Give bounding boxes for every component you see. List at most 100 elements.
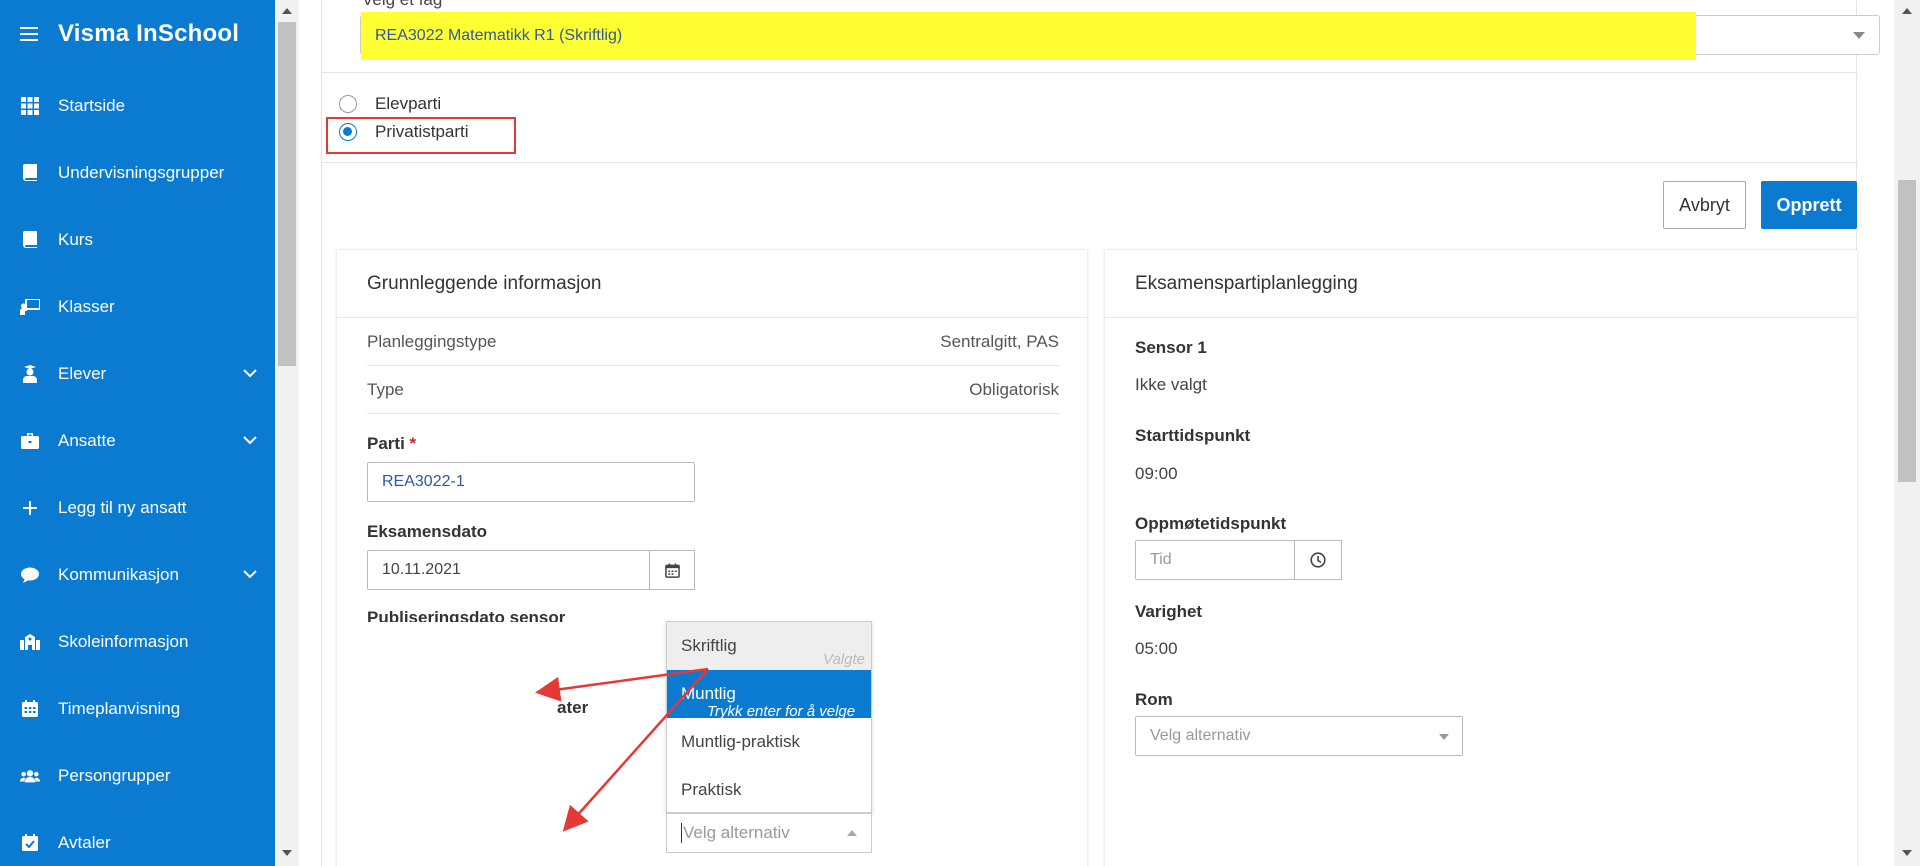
- dropdown-option-praktisk[interactable]: Praktisk: [667, 766, 871, 814]
- dropdown-option-muntlig[interactable]: Muntlig Trykk enter for å velge: [667, 670, 871, 720]
- dropdown-option-skriftlig[interactable]: Skriftlig Valgte: [667, 622, 871, 670]
- option-label: Praktisk: [681, 780, 742, 799]
- sidebar-item-skoleinformasjon[interactable]: Skoleinformasjon: [0, 608, 275, 675]
- scroll-down-arrow-icon[interactable]: [282, 850, 292, 856]
- sidebar-item-ansatte[interactable]: Ansatte: [0, 407, 275, 474]
- main-content: Velg et fag REA3022 Matematikk R1 (Skrif…: [299, 0, 1894, 866]
- divider: [322, 72, 1858, 73]
- card-title: Eksamenspartiplanlegging: [1105, 250, 1857, 318]
- parti-label: Parti *: [367, 434, 416, 454]
- start-time-value: 09:00: [1135, 464, 1178, 483]
- annotation-box: [326, 117, 516, 154]
- radio-button[interactable]: [339, 95, 357, 113]
- caret-down-icon: [1853, 32, 1865, 39]
- dropdown-option-muntlig-praktisk[interactable]: Muntlig-praktisk: [667, 718, 871, 766]
- cancel-button[interactable]: Avbryt: [1663, 181, 1746, 229]
- calendar-icon: [664, 562, 680, 578]
- attendance-time-input[interactable]: Tid: [1135, 540, 1295, 580]
- sidebar-item-label: Elever: [58, 363, 107, 383]
- info-row: Type Obligatorisk: [367, 366, 1059, 414]
- sidebar-item-label: Kommunikasjon: [58, 564, 179, 584]
- book-icon: [20, 163, 40, 183]
- sidebar-item-elever[interactable]: Elever: [0, 340, 275, 407]
- briefcase-icon: [20, 431, 40, 451]
- subject-select-value: REA3022 Matematikk R1 (Skriftlig): [375, 27, 623, 44]
- clock-button[interactable]: [1294, 540, 1342, 580]
- room-label: Rom: [1135, 690, 1173, 709]
- calendar-button[interactable]: [649, 550, 695, 590]
- chevron-down-icon[interactable]: [241, 565, 259, 583]
- option-label: Muntlig-praktisk: [681, 732, 801, 751]
- scroll-down-arrow-icon[interactable]: [1902, 850, 1912, 856]
- info-row: Planleggingstype Sentralgitt, PAS: [367, 318, 1059, 366]
- exam-planning-card: Eksamenspartiplanlegging Sensor 1 Ikke v…: [1105, 250, 1857, 866]
- sidebar-item-label: Timeplanvisning: [58, 698, 181, 718]
- chat-bubble-icon: [20, 565, 40, 585]
- sensor-label: Sensor 1: [1135, 338, 1207, 357]
- calendar-icon: [20, 699, 40, 719]
- sidebar-item-legg-til-ny-ansatt[interactable]: Legg til ny ansatt: [0, 474, 275, 541]
- sidebar-item-label: Legg til ny ansatt: [58, 497, 187, 517]
- selected-hint: Valgte: [823, 651, 865, 668]
- sidebar-item-timeplanvisning[interactable]: Timeplanvisning: [0, 675, 275, 742]
- publish-date-label: Publiseringsdato sensor: [367, 608, 566, 622]
- page-scrollbar[interactable]: [1894, 0, 1920, 866]
- plus-icon: [20, 498, 40, 518]
- text-cursor: [681, 823, 682, 843]
- brand: Visma InSchool: [20, 18, 239, 50]
- app-root: Visma InSchool Startside Undervisningsgr…: [0, 0, 1920, 866]
- sidebar-item-klasser[interactable]: Klasser: [0, 273, 275, 340]
- start-time-label: Starttidspunkt: [1135, 426, 1251, 445]
- sidebar-item-persongrupper[interactable]: Persongrupper: [0, 742, 275, 809]
- calendar-check-icon: [20, 833, 40, 853]
- duration-value: 05:00: [1135, 639, 1178, 658]
- chevron-down-icon[interactable]: [241, 364, 259, 382]
- subject-select[interactable]: REA3022 Matematikk R1 (Skriftlig): [360, 12, 1880, 60]
- sidebar-item-undervisningsgrupper[interactable]: Undervisningsgrupper: [0, 139, 275, 206]
- exam-date-label: Eksamensdato: [367, 522, 487, 541]
- app-title: Visma InSchool: [58, 20, 240, 47]
- attendance-time-label: Oppmøtetidspunkt: [1135, 514, 1287, 533]
- scrollbar-thumb[interactable]: [1898, 180, 1916, 482]
- sidebar-item-startside[interactable]: Startside: [0, 72, 275, 139]
- sidebar-item-label: Kurs: [58, 229, 93, 249]
- caret-down-icon: [1439, 734, 1449, 740]
- school-icon: [20, 632, 40, 652]
- parti-input[interactable]: REA3022-1: [367, 462, 695, 502]
- student-icon: [20, 364, 40, 384]
- clock-icon: [1310, 552, 1326, 568]
- type-combo-input[interactable]: Velg alternativ: [666, 813, 872, 853]
- partial-label: ater: [557, 698, 589, 717]
- required-mark: *: [409, 434, 417, 453]
- duration-label: Varighet: [1135, 602, 1203, 621]
- sidebar-item-label: Skoleinformasjon: [58, 631, 189, 651]
- hamburger-menu-icon[interactable]: [20, 27, 38, 41]
- row-value: Sentralgitt, PAS: [940, 331, 1059, 351]
- scrollbar-thumb[interactable]: [278, 22, 296, 366]
- caret-up-icon: [847, 830, 857, 836]
- subject-label: Velg et fag: [362, 0, 442, 10]
- radio-label: Elevparti: [375, 94, 442, 113]
- sidebar-item-label: Klasser: [58, 296, 115, 316]
- sidebar-item-avtaler[interactable]: Avtaler: [0, 809, 275, 866]
- people-icon: [20, 766, 40, 786]
- scroll-up-arrow-icon[interactable]: [1902, 8, 1912, 14]
- sidebar-nav: Startside Undervisningsgrupper Kurs Klas…: [0, 72, 275, 866]
- row-label: Type: [367, 379, 404, 399]
- teacher-board-icon: [20, 297, 40, 317]
- room-select[interactable]: Velg alternativ: [1135, 716, 1463, 756]
- sidebar-item-label: Persongrupper: [58, 765, 171, 785]
- card-title: Grunnleggende informasjon: [337, 250, 1087, 318]
- sidebar: Visma InSchool Startside Undervisningsgr…: [0, 0, 275, 866]
- grid-icon: [20, 96, 40, 116]
- exam-date-input[interactable]: 10.11.2021: [367, 550, 650, 590]
- sidebar-item-kommunikasjon[interactable]: Kommunikasjon: [0, 541, 275, 608]
- divider: [322, 162, 1858, 163]
- sensor-value: Ikke valgt: [1135, 375, 1207, 394]
- scroll-up-arrow-icon[interactable]: [282, 8, 292, 14]
- chevron-down-icon[interactable]: [241, 431, 259, 449]
- sidebar-item-kurs[interactable]: Kurs: [0, 206, 275, 273]
- create-button[interactable]: Opprett: [1761, 181, 1857, 229]
- sidebar-scrollbar[interactable]: [275, 0, 299, 866]
- radio-elevparti[interactable]: Elevparti: [339, 94, 441, 114]
